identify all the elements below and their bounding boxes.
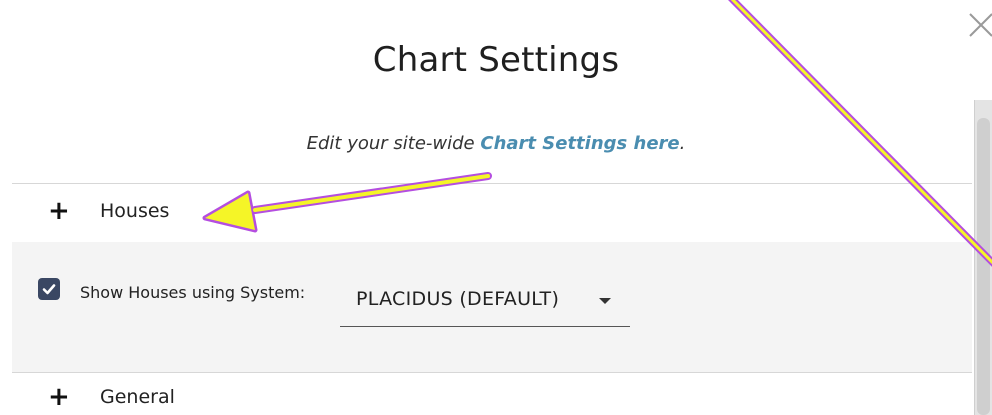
annotation-arrow [202,172,492,233]
section-general-header[interactable]: + General [48,384,175,410]
show-houses-checkbox[interactable] [38,278,60,300]
caret-down-icon [599,298,611,304]
dialog-title: Chart Settings [372,40,620,80]
plus-icon: + [48,382,70,412]
subtitle-prefix: Edit your site-wide [306,133,481,154]
house-system-value: PLACIDUS (DEFAULT) [356,288,560,310]
house-system-select[interactable]: PLACIDUS (DEFAULT) [340,282,630,327]
close-button[interactable] [966,10,992,40]
scrollbar[interactable] [974,100,992,415]
scrollbar-thumb[interactable] [977,118,990,415]
checkmark-icon [42,284,56,295]
section-general-label: General [100,386,175,408]
settings-description: Edit your site-wide Chart Settings here. [0,133,992,154]
plus-icon: + [48,196,70,226]
divider [12,372,972,373]
subtitle-suffix: . [679,133,686,154]
section-houses-label: Houses [100,200,170,222]
show-houses-label: Show Houses using System: [80,283,306,302]
chart-settings-link[interactable]: Chart Settings here [480,133,679,154]
divider [12,183,972,184]
close-icon [969,13,992,37]
section-houses-header[interactable]: + Houses [48,198,169,224]
